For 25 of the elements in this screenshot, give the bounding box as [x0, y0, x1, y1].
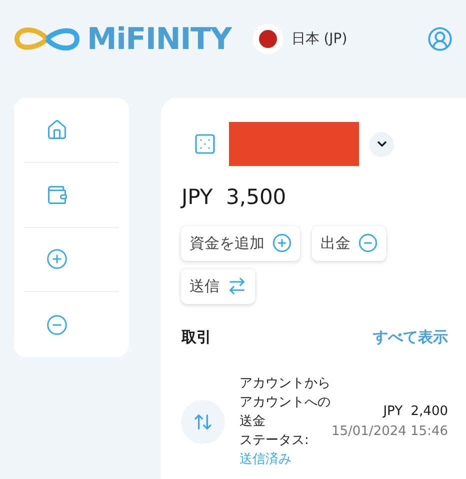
- flag-icon: [253, 24, 284, 54]
- status-label: ステータス:: [239, 432, 310, 450]
- plus-icon: [272, 233, 292, 253]
- action-button[interactable]: 送信: [181, 268, 256, 304]
- action-button[interactable]: 出金: [312, 226, 386, 260]
- transaction-date: 15/01/2024 15:46: [331, 422, 448, 440]
- transactions-title: 取引: [181, 326, 212, 348]
- wallet-icon[interactable]: [46, 184, 68, 206]
- transaction-description: アカウントからアカウントへの送金: [239, 375, 332, 431]
- minus-icon[interactable]: [46, 314, 68, 336]
- infinity-logo-icon: [13, 25, 81, 53]
- home-icon[interactable]: [46, 118, 68, 141]
- brand-name: MiFINITY: [87, 20, 232, 58]
- dice-icon: [193, 132, 218, 156]
- action-button[interactable]: 資金を追加: [181, 226, 300, 260]
- transaction-amount: JPY 2,400: [382, 403, 448, 421]
- transfer-icon: [181, 400, 226, 444]
- language-selector[interactable]: 日本 (JP): [291, 28, 348, 50]
- minus-icon: [358, 233, 378, 253]
- user-profile-icon[interactable]: [427, 26, 453, 52]
- dropdown-button[interactable]: [369, 132, 394, 156]
- transaction-status: 送信済み: [239, 451, 292, 469]
- plus-icon[interactable]: [46, 248, 68, 270]
- swap-arrows-icon: [227, 276, 248, 296]
- balance: JPY 3,500: [181, 184, 288, 211]
